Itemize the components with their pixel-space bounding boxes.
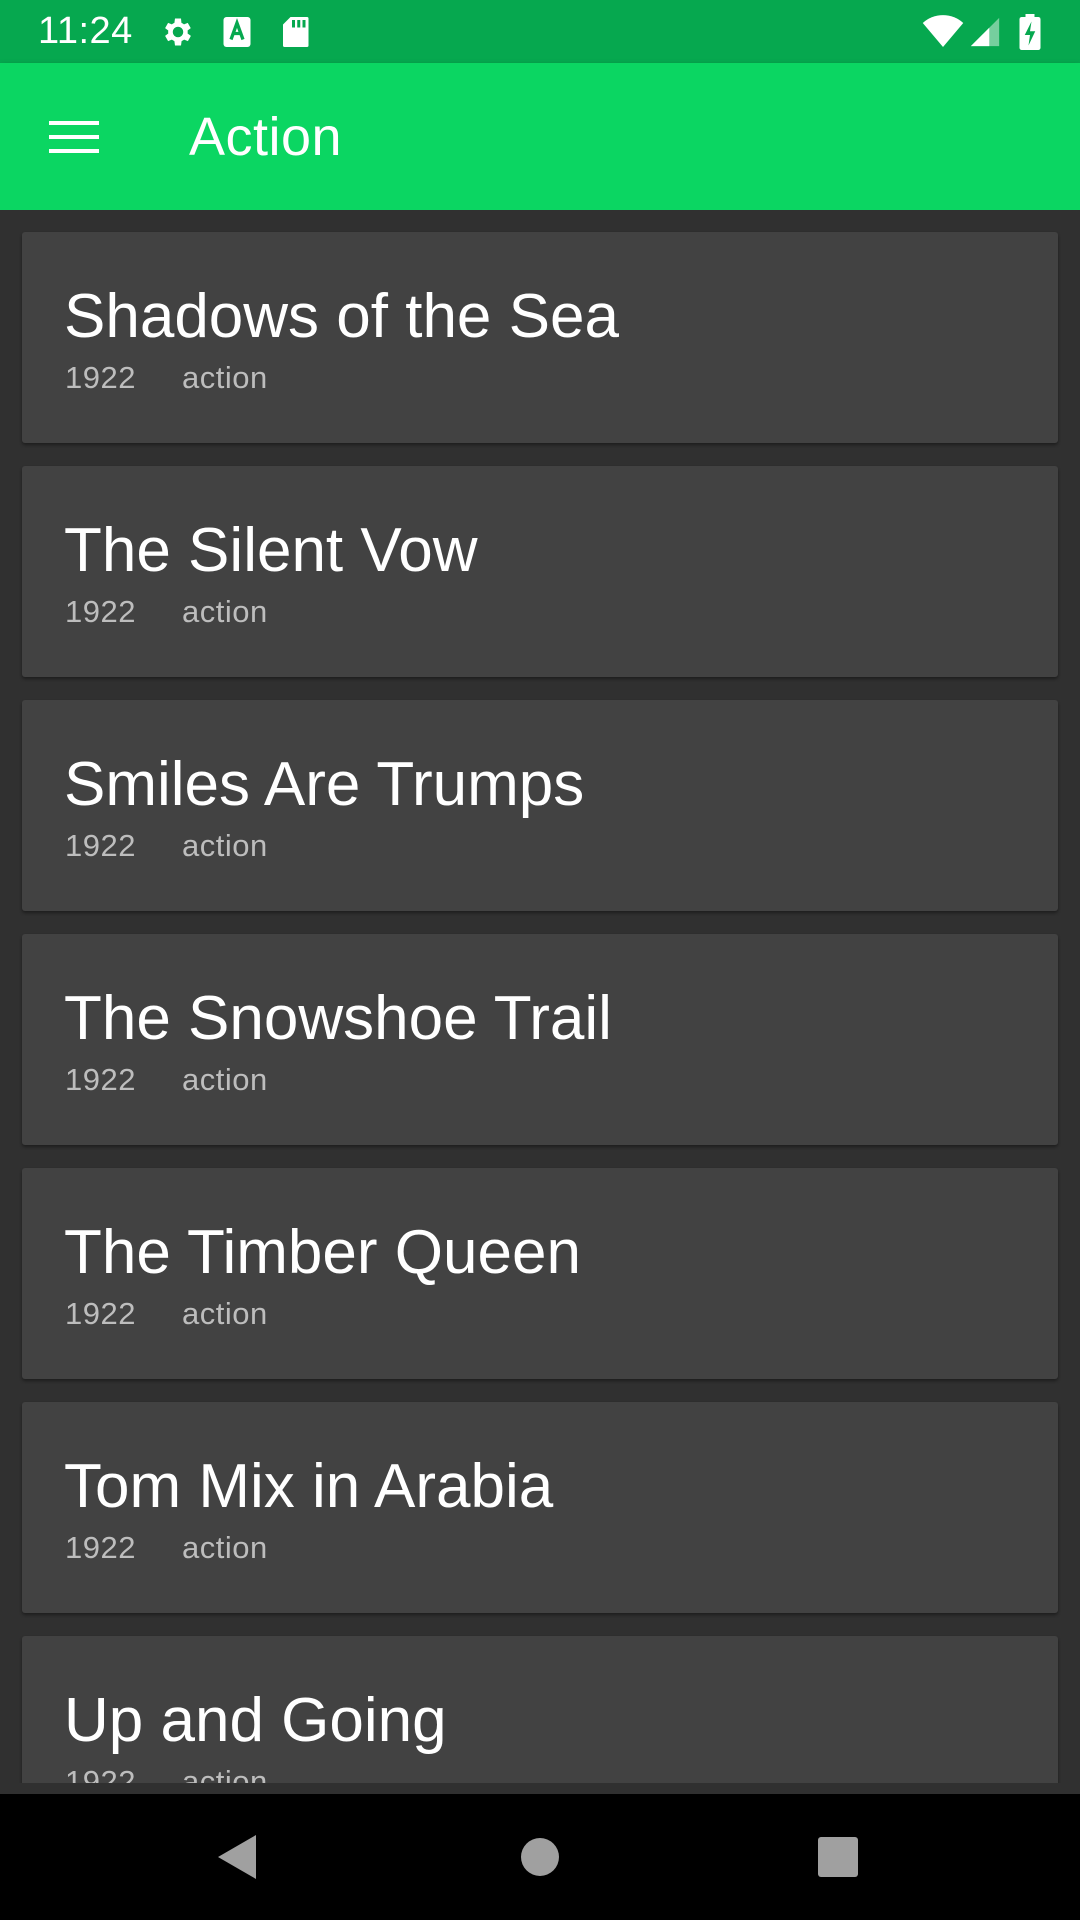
movie-title: Tom Mix in Arabia (64, 1452, 554, 1521)
movie-title: Up and Going (64, 1686, 447, 1755)
movie-card[interactable]: Shadows of the Sea 1922 action (22, 232, 1058, 443)
battery-charging-icon (1018, 14, 1042, 55)
navigation-bar (0, 1794, 1080, 1920)
movie-card[interactable]: Smiles Are Trumps 1922 action (22, 700, 1058, 911)
movie-title: The Timber Queen (64, 1218, 581, 1287)
settings-icon (160, 14, 196, 55)
recents-icon[interactable] (778, 1814, 898, 1900)
sd-card-icon (280, 14, 310, 55)
movie-card[interactable]: Up and Going 1922 action (22, 1636, 1058, 1783)
movie-card[interactable]: The Silent Vow 1922 action (22, 466, 1058, 677)
hamburger-menu-icon[interactable] (28, 99, 120, 175)
movie-year: 1922 (65, 1062, 136, 1097)
movie-list[interactable]: Shadows of the Sea 1922 action The Silen… (0, 210, 1080, 1783)
movie-genre: action (182, 1530, 268, 1565)
movie-year: 1922 (65, 1296, 136, 1331)
movie-title: Smiles Are Trumps (64, 750, 585, 819)
movie-card[interactable]: The Timber Queen 1922 action (22, 1168, 1058, 1379)
text-a-icon (222, 14, 252, 55)
movie-title: The Snowshoe Trail (64, 984, 612, 1053)
movie-title: Shadows of the Sea (64, 282, 619, 351)
movie-year: 1922 (65, 1530, 136, 1565)
movie-genre: action (182, 360, 268, 395)
movie-genre: action (182, 1296, 268, 1331)
page-title: Action (189, 107, 343, 167)
signal-icon (968, 14, 1002, 55)
movie-genre: action (182, 828, 268, 863)
home-icon[interactable] (480, 1814, 600, 1900)
movie-card[interactable]: The Snowshoe Trail 1922 action (22, 934, 1058, 1145)
movie-year: 1922 (65, 360, 136, 395)
movie-title: The Silent Vow (64, 516, 478, 585)
back-icon[interactable] (178, 1814, 298, 1900)
status-time: 11:24 (38, 10, 133, 52)
movie-card[interactable]: Tom Mix in Arabia 1922 action (22, 1402, 1058, 1613)
movie-genre: action (182, 1062, 268, 1097)
movie-year: 1922 (65, 828, 136, 863)
wifi-icon (922, 14, 964, 55)
movie-year: 1922 (65, 594, 136, 629)
app-bar: Action (0, 63, 1080, 210)
status-bar: 11:24 (0, 0, 1080, 63)
movie-year: 1922 (65, 1764, 136, 1783)
movie-genre: action (182, 594, 268, 629)
movie-genre: action (182, 1764, 268, 1783)
